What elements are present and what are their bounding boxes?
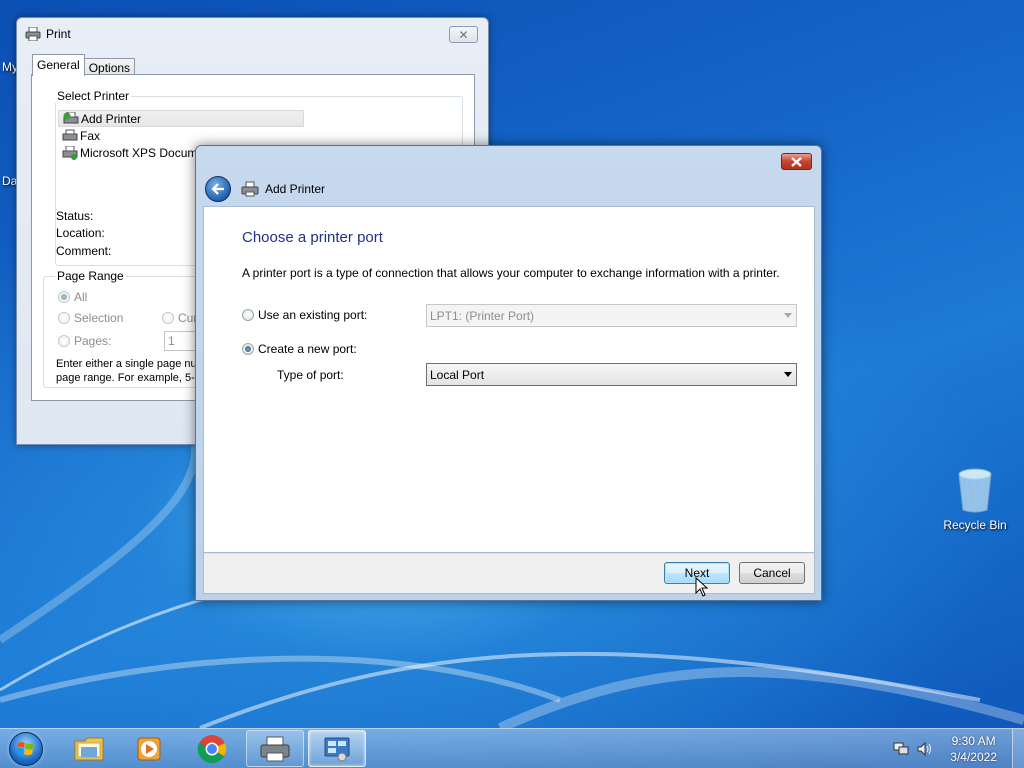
- volume-icon[interactable]: [916, 741, 934, 757]
- close-icon: ✕: [458, 27, 469, 42]
- windows-logo-icon: [9, 732, 43, 766]
- printer-item-label: Microsoft XPS Docume: [80, 145, 205, 160]
- show-desktop-button[interactable]: [1012, 729, 1024, 768]
- new-port-label: Create a new port:: [258, 342, 357, 356]
- clock-date: 3/4/2022: [950, 750, 997, 764]
- start-button[interactable]: [4, 731, 48, 767]
- taskbar-devices-printers[interactable]: [308, 730, 366, 767]
- port-type-value: Local Port: [430, 367, 485, 382]
- range-current-radio[interactable]: [162, 312, 174, 324]
- taskbar-explorer[interactable]: [60, 730, 118, 767]
- page-range-label: Page Range: [55, 269, 126, 283]
- back-button[interactable]: [205, 176, 231, 202]
- existing-port-radio[interactable]: [242, 309, 254, 321]
- page-range-help: Enter either a single page num page rang…: [56, 357, 206, 385]
- printer-item-add-printer[interactable]: Add Printer: [58, 110, 304, 127]
- close-icon: [791, 156, 802, 167]
- range-pages-radio[interactable]: [58, 335, 70, 347]
- range-pages-option[interactable]: Pages:: [58, 334, 111, 348]
- add-printer-icon: [63, 111, 79, 123]
- printer-icon: [260, 736, 290, 761]
- wizard-footer: Next Cancel: [203, 553, 815, 594]
- system-tray: 9:30 AM 3/4/2022: [892, 729, 1024, 768]
- chevron-down-icon: [784, 372, 792, 377]
- range-selection-label: Selection: [74, 311, 124, 325]
- range-all-option[interactable]: All: [58, 290, 87, 304]
- printer-icon: [25, 27, 41, 41]
- range-all-radio[interactable]: [58, 291, 70, 303]
- wizard-description: A printer port is a type of connection t…: [242, 266, 780, 280]
- comment-label: Comment:: [56, 244, 112, 258]
- taskbar: 9:30 AM 3/4/2022: [0, 728, 1024, 768]
- help-line: page range. For example, 5-1: [56, 372, 201, 384]
- existing-port-select[interactable]: LPT1: (Printer Port): [426, 304, 797, 327]
- new-port-option[interactable]: Create a new port:: [242, 342, 357, 356]
- add-printer-close-button[interactable]: [781, 153, 812, 170]
- wizard-heading: Choose a printer port: [242, 229, 383, 246]
- port-type-select[interactable]: Local Port: [426, 363, 797, 386]
- media-player-icon: [137, 737, 161, 760]
- range-all-label: All: [74, 290, 88, 304]
- xps-printer-icon: [62, 145, 78, 160]
- back-arrow-icon: [211, 183, 224, 195]
- mouse-cursor-icon: [695, 577, 709, 597]
- printer-item-label: Add Printer: [81, 111, 142, 126]
- taskbar-media-player[interactable]: [120, 730, 178, 767]
- recycle-bin-icon: [953, 466, 997, 514]
- range-selection-option[interactable]: Selection: [58, 311, 123, 325]
- printer-item-label: Fax: [80, 128, 101, 143]
- select-printer-label: Select Printer: [55, 89, 132, 103]
- print-close-button[interactable]: ✕: [449, 26, 478, 43]
- taskbar-chrome[interactable]: [183, 730, 241, 767]
- tab-general[interactable]: General: [32, 54, 85, 76]
- print-tabs: General Options: [32, 54, 136, 76]
- existing-port-value: LPT1: (Printer Port): [430, 308, 535, 323]
- folder-icon: [74, 737, 104, 760]
- add-printer-title: Add Printer: [265, 182, 326, 196]
- print-title: Print: [46, 27, 71, 41]
- desktop-icon-recycle-bin[interactable]: Recycle Bin: [937, 466, 1013, 532]
- type-of-port-text: Type of port:: [277, 368, 344, 382]
- type-of-port-label: Type of port:: [277, 368, 344, 382]
- add-printer-header: Add Printer: [205, 173, 325, 205]
- cancel-button[interactable]: Cancel: [739, 562, 805, 584]
- existing-port-label: Use an existing port:: [258, 308, 368, 322]
- range-current-option[interactable]: Cur: [162, 311, 197, 325]
- status-label: Status:: [56, 209, 94, 223]
- devices-icon: [324, 737, 350, 761]
- location-label: Location:: [56, 226, 105, 240]
- clock[interactable]: 9:30 AM 3/4/2022: [950, 733, 997, 765]
- print-titlebar[interactable]: Print: [17, 18, 488, 50]
- new-port-radio[interactable]: [242, 343, 254, 355]
- help-line: Enter either a single page num: [56, 358, 206, 370]
- wizard-body: Choose a printer port A printer port is …: [203, 206, 815, 553]
- taskbar-print[interactable]: [246, 730, 304, 767]
- clock-time: 9:30 AM: [951, 734, 996, 748]
- network-icon[interactable]: [892, 741, 910, 757]
- add-printer-window: Add Printer Choose a printer port A prin…: [195, 145, 822, 601]
- printer-icon: [241, 181, 259, 197]
- chrome-icon: [197, 734, 227, 763]
- range-pages-label: Pages:: [74, 334, 112, 348]
- existing-port-option[interactable]: Use an existing port:: [242, 308, 367, 322]
- fax-icon: [62, 129, 78, 140]
- recycle-bin-label: Recycle Bin: [943, 518, 1007, 532]
- range-selection-radio[interactable]: [58, 312, 70, 324]
- printer-item-fax[interactable]: Fax: [58, 127, 304, 144]
- chevron-down-icon: [784, 313, 792, 318]
